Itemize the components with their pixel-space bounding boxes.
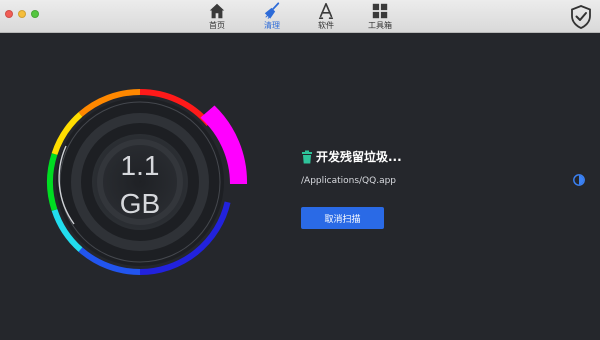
tab-software[interactable]: 软件 bbox=[306, 2, 346, 31]
tab-toolbox-label: 工具箱 bbox=[368, 21, 392, 30]
junk-size-value: 1.1 bbox=[120, 150, 160, 181]
tab-home[interactable]: 首页 bbox=[197, 2, 237, 31]
title-bar: 首页 清理 软件 工具箱 bbox=[0, 0, 600, 33]
tab-home-label: 首页 bbox=[209, 21, 225, 30]
scan-status: 开发残留垃圾... bbox=[301, 148, 402, 165]
broom-icon bbox=[264, 2, 280, 19]
tab-toolbox[interactable]: 工具箱 bbox=[360, 2, 400, 31]
tab-clean-label: 清理 bbox=[264, 21, 280, 30]
home-icon bbox=[209, 3, 225, 19]
appstore-icon bbox=[318, 2, 334, 20]
shield-check-icon[interactable] bbox=[570, 5, 592, 29]
current-scan-path: /Applications/QQ.app bbox=[301, 176, 397, 186]
tab-software-label: 软件 bbox=[318, 21, 334, 30]
trash-icon bbox=[302, 150, 312, 163]
cancel-scan-button[interactable]: 取消扫描 bbox=[301, 207, 384, 229]
scan-progress-ring bbox=[47, 88, 248, 276]
tab-clean[interactable]: 清理 bbox=[252, 2, 292, 31]
scan-status-text: 开发残留垃圾... bbox=[316, 150, 402, 164]
main-toolbar: 首页 清理 软件 工具箱 bbox=[0, 0, 600, 33]
junk-size-unit: GB bbox=[119, 188, 161, 219]
grid-icon bbox=[372, 3, 388, 19]
ring-segment-green bbox=[47, 153, 58, 211]
loading-pie-icon bbox=[573, 174, 585, 186]
